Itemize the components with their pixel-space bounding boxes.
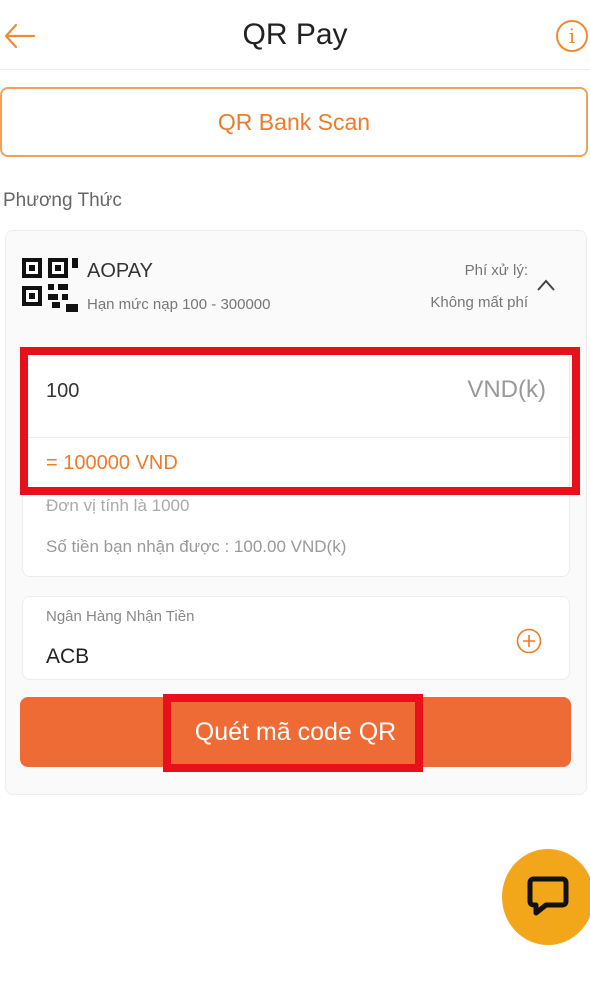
chevron-up-icon[interactable] bbox=[536, 278, 556, 292]
qr-bank-scan-button[interactable]: QR Bank Scan bbox=[0, 87, 588, 157]
info-icon: i bbox=[568, 24, 576, 48]
method-name: AOPAY bbox=[87, 260, 153, 282]
plus-circle-icon[interactable] bbox=[516, 628, 542, 654]
chat-bubble-icon bbox=[527, 876, 569, 916]
highlight-box-cta bbox=[163, 694, 423, 772]
bank-label: Ngân Hàng Nhận Tiền bbox=[46, 608, 195, 625]
chat-button[interactable] bbox=[502, 849, 590, 945]
qr-code-icon bbox=[22, 258, 78, 312]
payment-method-label: Phương Thức bbox=[3, 190, 122, 211]
page-title: QR Pay bbox=[242, 18, 348, 51]
receive-amount-note: Số tiền bạn nhận được : 100.00 VND(k) bbox=[46, 537, 347, 556]
fee-value: Không mất phí bbox=[430, 294, 528, 311]
bank-value: ACB bbox=[46, 645, 90, 668]
unit-note: Đơn vị tính là 1000 bbox=[46, 496, 190, 515]
method-limit: Hạn mức nạp 100 - 300000 bbox=[87, 296, 271, 313]
header: QR Pay i bbox=[0, 0, 590, 70]
info-button[interactable]: i bbox=[556, 20, 588, 52]
highlight-box-amount bbox=[20, 347, 580, 495]
fee-label: Phí xử lý: bbox=[464, 262, 528, 279]
